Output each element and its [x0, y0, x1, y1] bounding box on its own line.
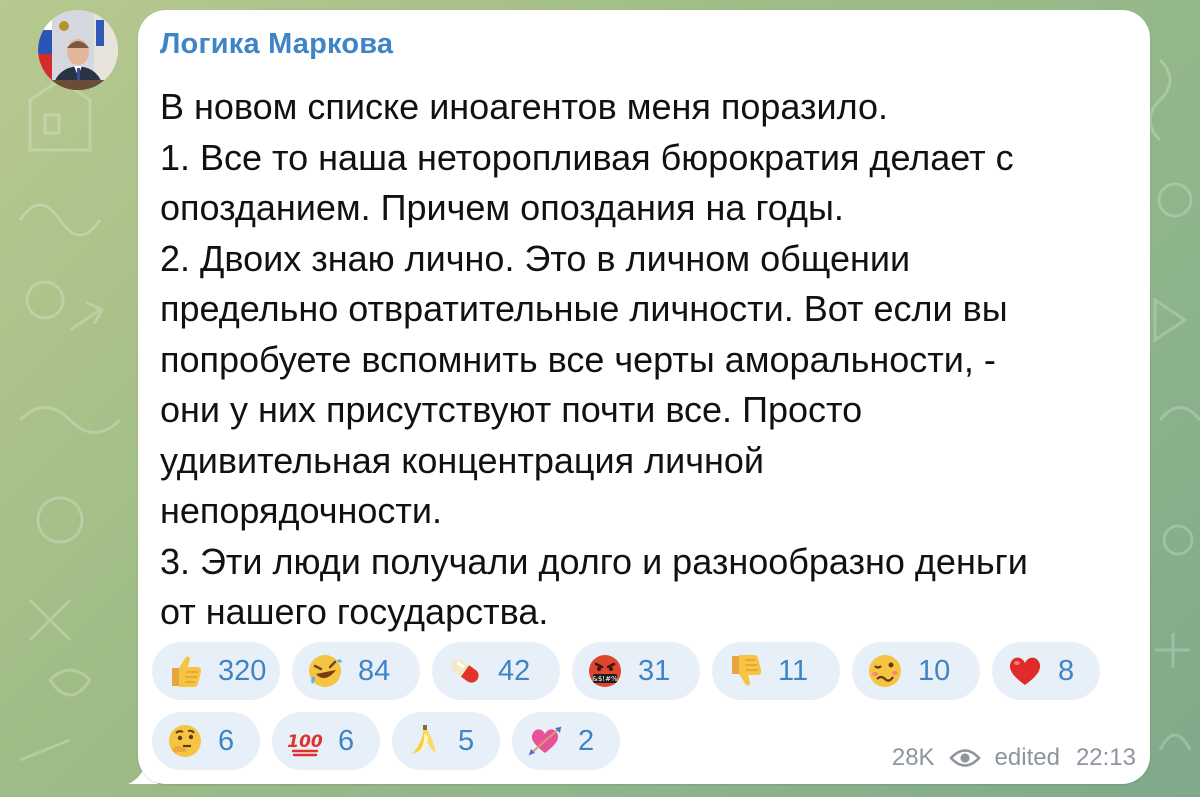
reaction-count: 31	[638, 654, 671, 687]
svg-text:&$!#%: &$!#%	[592, 675, 618, 683]
reaction-count: 5	[458, 724, 475, 757]
reaction-count: 8	[1058, 654, 1075, 687]
message-time: 22:13	[1075, 744, 1136, 771]
heart-with-arrow-icon	[526, 722, 564, 760]
author-name[interactable]: Логика Маркова	[160, 28, 393, 61]
pill-icon	[446, 652, 484, 690]
reaction-cursing-face[interactable]: &$!#% 31	[572, 642, 700, 700]
reaction-thinking-face[interactable]: 6	[152, 712, 260, 770]
reaction-hundred-points[interactable]: 100 6	[272, 712, 380, 770]
thumbs-down-icon	[726, 652, 764, 690]
reaction-banana[interactable]: 5	[392, 712, 500, 770]
thumbs-up-icon	[166, 652, 204, 690]
reaction-pill[interactable]: 42	[432, 642, 560, 700]
message-text: В новом списке иноагентов меня поразило.…	[160, 82, 1135, 638]
hundred-points-icon: 100	[286, 722, 324, 760]
reaction-count: 6	[338, 724, 355, 757]
reaction-count: 6	[218, 724, 235, 757]
message-line: 3. Эти люди получали долго и разнообразн…	[160, 540, 1028, 582]
message-line: В новом списке иноагентов меня поразило.	[160, 86, 889, 127]
woozy-face-icon	[866, 652, 904, 690]
message-line: они у них присутствуют почти все. Просто	[160, 389, 863, 430]
message-line: 2. Двоих знаю лично. Это в личном общени…	[160, 237, 911, 279]
message-line: непорядочности.	[160, 490, 443, 531]
reaction-red-heart[interactable]: 8	[992, 642, 1100, 700]
edited-label: edited	[994, 744, 1060, 771]
banana-icon	[406, 722, 444, 760]
reaction-count: 11	[778, 654, 809, 687]
reaction-thumbs-up[interactable]: 320	[152, 642, 280, 700]
message-line: опозданием. Причем опоздания на годы.	[160, 187, 844, 228]
reaction-count: 320	[218, 654, 267, 687]
message-line: от нашего государства.	[160, 591, 549, 632]
views-count: 28K	[891, 744, 935, 771]
thinking-face-icon	[166, 722, 204, 760]
message-bubble[interactable]: Логика Маркова В новом списке иноагентов…	[138, 10, 1150, 784]
message-line: удивительная концентрация личной	[160, 439, 765, 481]
author-avatar[interactable]	[38, 10, 118, 90]
svg-text:100: 100	[287, 732, 323, 752]
message-line: 1. Все то наша неторопливая бюрократия д…	[160, 136, 1014, 178]
reactions-row: 320 84 42 &$!#% 31 11 10 8	[152, 642, 1142, 700]
reaction-rofl[interactable]: 84	[292, 642, 420, 700]
reaction-woozy-face[interactable]: 10	[852, 642, 980, 700]
reaction-count: 10	[918, 654, 951, 687]
message-line: попробуете вспомнить все черты аморально…	[160, 338, 996, 380]
reaction-thumbs-down[interactable]: 11	[712, 642, 840, 700]
rofl-icon	[306, 652, 344, 690]
message-meta: 28K edited 22:13	[892, 744, 1136, 772]
cursing-face-icon: &$!#%	[586, 652, 624, 690]
reaction-count: 2	[578, 724, 595, 757]
reaction-count: 84	[358, 654, 391, 687]
message-line: предельно отвратительные личности. Вот е…	[160, 288, 1008, 329]
reaction-heart-with-arrow[interactable]: 2	[512, 712, 620, 770]
reaction-count: 42	[498, 654, 531, 687]
eye-icon	[948, 747, 981, 769]
red-heart-icon	[1006, 652, 1044, 690]
